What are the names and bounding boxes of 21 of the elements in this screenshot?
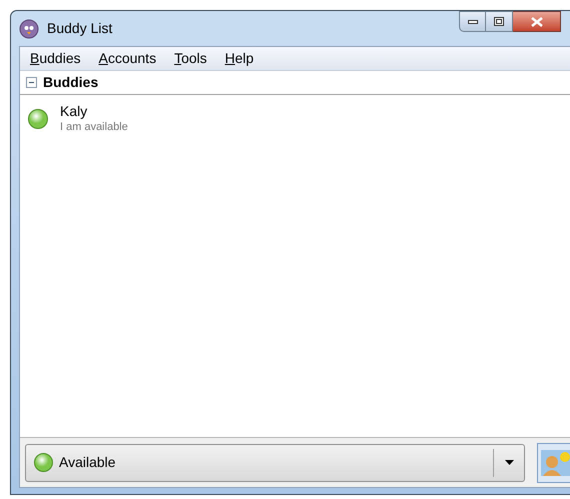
minimize-icon: [468, 20, 478, 24]
collapse-toggle[interactable]: [26, 77, 37, 88]
person-icon: [541, 450, 570, 476]
status-value: Available: [59, 453, 116, 472]
caret-icon: [504, 460, 514, 465]
menu-item[interactable]: Help: [224, 48, 254, 69]
group-name: Buddies: [43, 73, 98, 92]
minus-icon: [28, 79, 35, 86]
buddy-name: Kaly: [60, 103, 88, 120]
close-icon: [530, 16, 542, 26]
menu-item[interactable]: Accounts: [98, 48, 156, 69]
window-title: Buddy List: [47, 19, 112, 38]
buddy-status-message: I am available: [60, 120, 128, 134]
menu-item[interactable]: Tools: [174, 48, 207, 69]
maximize-icon: [494, 17, 504, 26]
close-button[interactable]: [513, 11, 561, 32]
app-icon: [19, 18, 39, 38]
status-dropdown[interactable]: Available: [25, 444, 525, 482]
maximize-button[interactable]: [486, 11, 513, 32]
menu-item[interactable]: Buddies: [30, 48, 81, 69]
minimize-button[interactable]: [459, 11, 486, 32]
